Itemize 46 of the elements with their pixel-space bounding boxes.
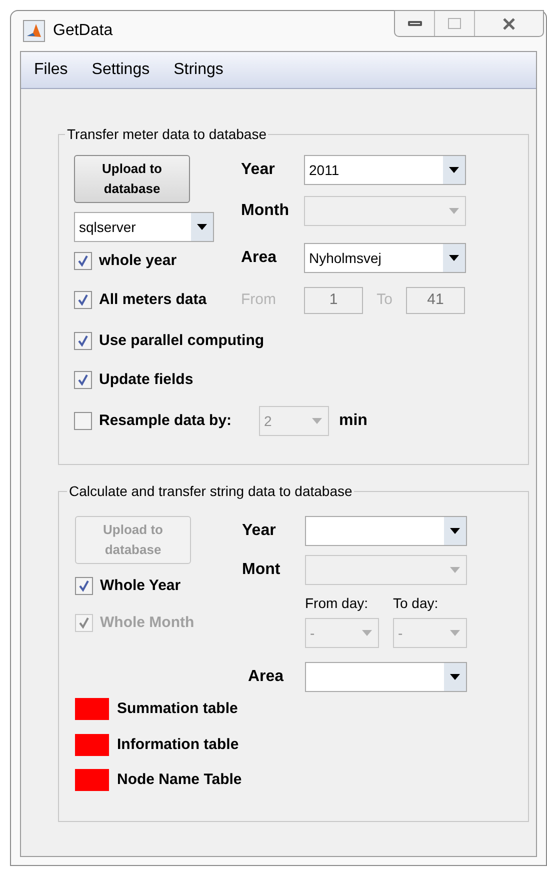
- upload-button[interactable]: Upload to database: [74, 155, 190, 203]
- caret-icon: [450, 528, 460, 534]
- menu-item[interactable]: Files: [34, 58, 68, 82]
- field-label: Area: [248, 667, 285, 687]
- close-icon: [502, 18, 516, 30]
- checkbox-label: Use parallel computing: [99, 330, 264, 351]
- caret-icon: [197, 224, 207, 230]
- checkbox-label: Whole Month: [100, 612, 194, 633]
- checkbox-label: All meters data: [99, 290, 207, 310]
- caret-icon: [362, 630, 372, 636]
- checkbox-label: Update fields: [99, 370, 194, 390]
- caret-icon: [449, 255, 459, 261]
- window-title: GetData: [53, 21, 113, 41]
- field-label: Mont: [242, 560, 282, 580]
- field-label: Year: [241, 160, 276, 180]
- caret-icon: [449, 208, 459, 214]
- to-day-label: To day:: [393, 594, 440, 613]
- checkbox-label: whole year: [99, 250, 177, 271]
- menu-item[interactable]: Strings: [174, 58, 224, 82]
- checkbox[interactable]: [74, 332, 92, 350]
- checkbox[interactable]: [74, 252, 92, 270]
- dropdown[interactable]: sqlserver: [74, 212, 214, 242]
- field-label: Month: [241, 201, 290, 221]
- from-label: From: [241, 290, 277, 310]
- caret-icon: [449, 167, 459, 173]
- unit-label: min: [339, 411, 368, 431]
- caret-icon: [450, 674, 460, 680]
- checkbox-label: Resample data by:: [99, 410, 232, 431]
- field-label: Year: [242, 521, 277, 541]
- table-label: Summation table: [117, 699, 238, 719]
- menu-item[interactable]: Settings: [92, 58, 150, 82]
- checkbox-label: Whole Year: [100, 576, 181, 596]
- field-label: Area: [241, 248, 278, 268]
- caret-icon: [450, 567, 460, 573]
- to-label: To: [376, 290, 394, 310]
- checkbox[interactable]: [74, 371, 92, 389]
- table-label: Information table: [117, 734, 239, 754]
- dropdown[interactable]: 2011: [304, 155, 466, 185]
- checkbox[interactable]: [75, 577, 93, 595]
- app-icon: [23, 20, 45, 42]
- checkbox[interactable]: [74, 291, 92, 309]
- dropdown[interactable]: Nyholmsvej: [304, 243, 466, 273]
- caret-icon: [312, 418, 322, 424]
- table-label: Node Name Table: [117, 770, 242, 790]
- caret-icon: [450, 630, 460, 636]
- from-day-label: From day:: [305, 594, 370, 613]
